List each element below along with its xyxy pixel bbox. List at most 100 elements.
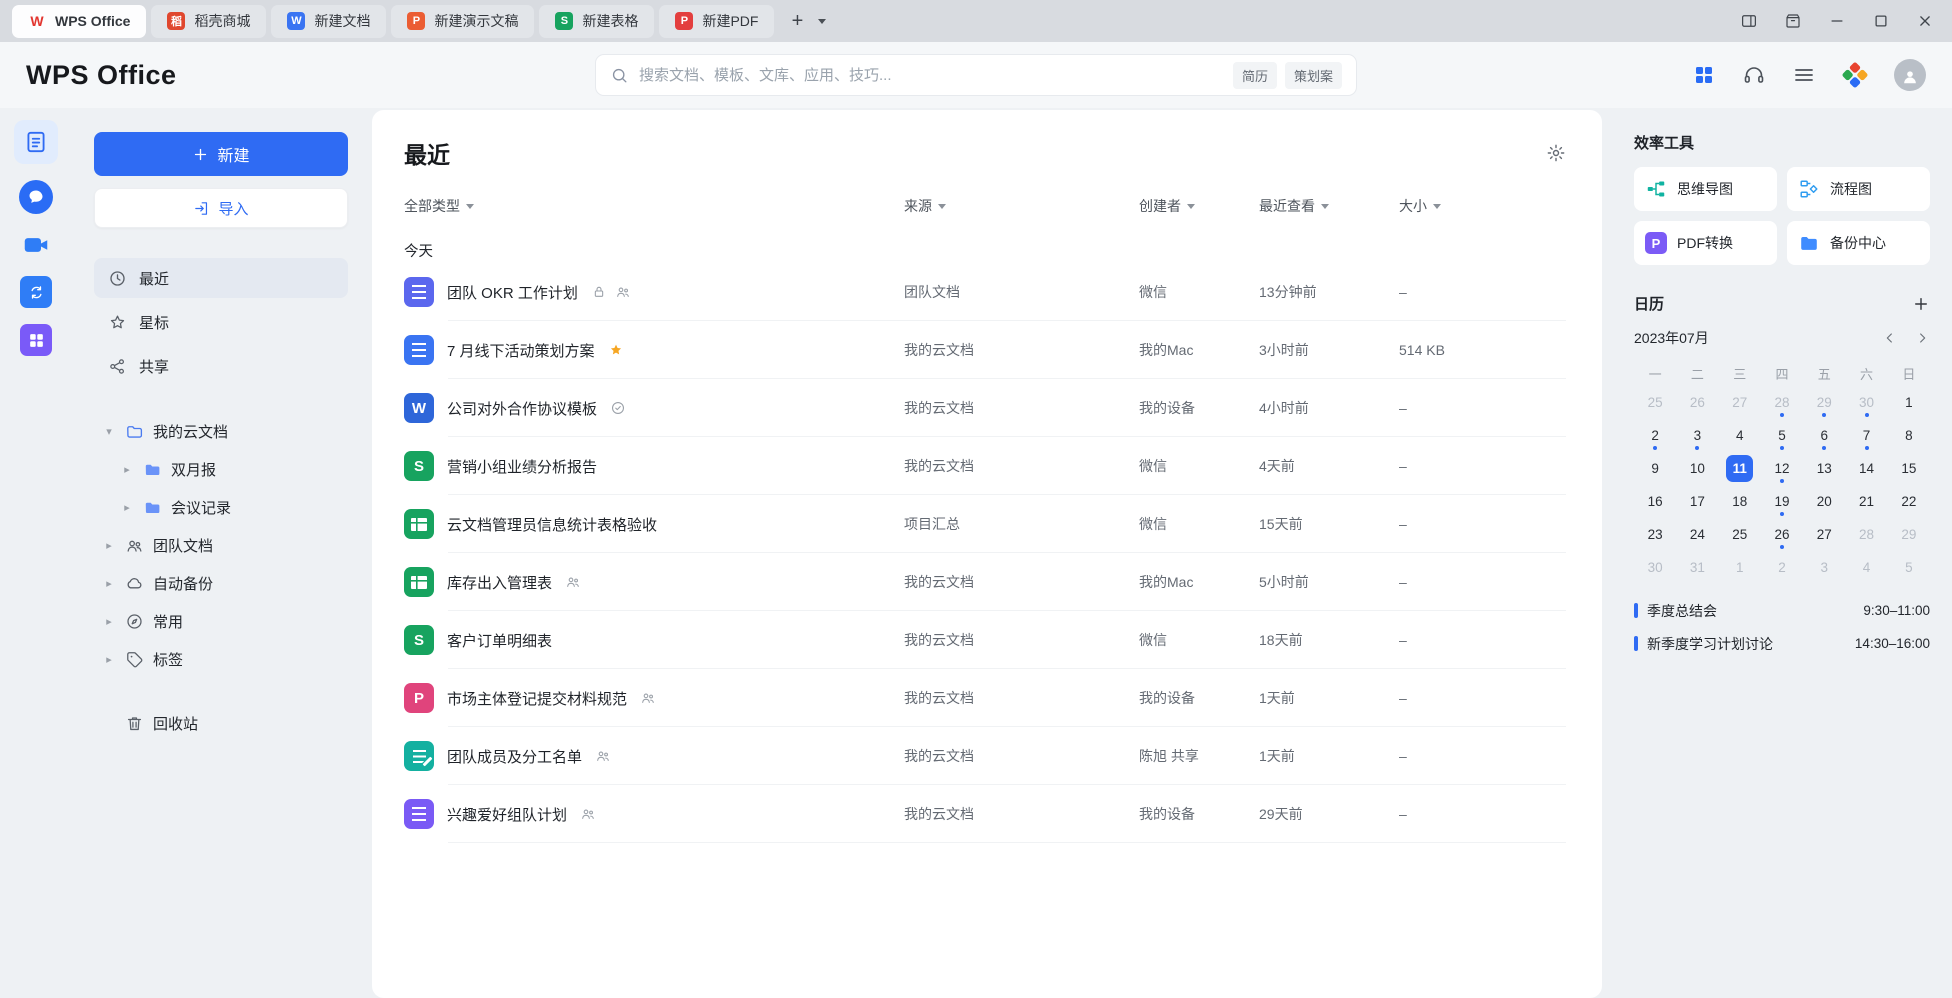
window-tab[interactable]: 稻 稻壳商城 <box>151 5 266 38</box>
new-document-button[interactable]: 新建 <box>94 132 348 176</box>
caret-icon[interactable] <box>102 653 116 666</box>
search-hot-tag[interactable]: 策划案 <box>1285 62 1342 89</box>
calendar-day[interactable]: 23 <box>1634 518 1676 551</box>
list-settings-gear-icon[interactable] <box>1546 143 1566 163</box>
calendar-day[interactable]: 20 <box>1803 485 1845 518</box>
close-icon[interactable] <box>1916 12 1934 30</box>
calendar-day[interactable]: 16 <box>1634 485 1676 518</box>
calendar-day[interactable]: 5 <box>1888 551 1930 584</box>
user-avatar[interactable] <box>1894 59 1926 91</box>
rail-item-messages[interactable] <box>19 180 53 214</box>
calendar-day[interactable]: 18 <box>1719 485 1761 518</box>
next-month-icon[interactable] <box>1914 330 1930 346</box>
calendar-day[interactable]: 7 <box>1845 419 1887 452</box>
filter-dropdown[interactable]: 创建者 <box>1139 196 1259 216</box>
sidebar-nav-item[interactable]: 星标 <box>94 302 348 342</box>
calendar-day[interactable]: 27 <box>1719 386 1761 419</box>
window-tab[interactable]: W WPS Office <box>12 5 146 38</box>
calendar-day[interactable]: 10 <box>1676 452 1718 485</box>
rail-item-apps[interactable] <box>20 324 52 356</box>
sidebar-tree-item[interactable]: 自动备份 <box>94 564 348 602</box>
import-button[interactable]: 导入 <box>94 188 348 228</box>
calendar-day[interactable]: 31 <box>1676 551 1718 584</box>
support-headset-icon[interactable] <box>1742 63 1766 87</box>
file-row[interactable]: 团队成员及分工名单 我的云文档 陈旭 共享 1天前 – <box>404 727 1566 785</box>
calendar-day[interactable]: 12 <box>1761 452 1803 485</box>
tool-tile[interactable]: 思维导图 <box>1634 167 1777 211</box>
calendar-day[interactable]: 22 <box>1888 485 1930 518</box>
window-tab[interactable]: S 新建表格 <box>539 5 654 38</box>
sidebar-item-trash[interactable]: 回收站 <box>94 704 348 742</box>
tool-tile[interactable]: P PDF转换 <box>1634 221 1777 265</box>
rail-item-meetings[interactable] <box>21 230 51 260</box>
sidebar-tree-item[interactable]: 团队文档 <box>94 526 348 564</box>
file-row[interactable]: 7 月线下活动策划方案 我的云文档 我的Mac 3小时前 514 KB <box>404 321 1566 379</box>
sidebar-nav-item[interactable]: 最近 <box>94 258 348 298</box>
calendar-day[interactable]: 2 <box>1634 419 1676 452</box>
caret-icon[interactable] <box>120 501 134 514</box>
search-bar[interactable]: 简历策划案 <box>595 54 1357 96</box>
calendar-day[interactable]: 24 <box>1676 518 1718 551</box>
calendar-day[interactable]: 29 <box>1803 386 1845 419</box>
tool-tile[interactable]: 流程图 <box>1787 167 1930 211</box>
calendar-day[interactable]: 2 <box>1761 551 1803 584</box>
sidebar-tree-item[interactable]: 常用 <box>94 602 348 640</box>
menu-icon[interactable] <box>1792 63 1816 87</box>
calendar-event[interactable]: 季度总结会 9:30–11:00 <box>1634 596 1930 625</box>
caret-icon[interactable] <box>102 615 116 628</box>
package-icon[interactable] <box>1784 12 1802 30</box>
prev-month-icon[interactable] <box>1882 330 1898 346</box>
calendar-day[interactable]: 1 <box>1719 551 1761 584</box>
sidebar-layout-icon[interactable] <box>1740 12 1758 30</box>
add-event-icon[interactable] <box>1912 295 1930 313</box>
caret-icon[interactable] <box>120 463 134 476</box>
calendar-day[interactable]: 25 <box>1634 386 1676 419</box>
calendar-day[interactable]: 28 <box>1845 518 1887 551</box>
calendar-day[interactable]: 28 <box>1761 386 1803 419</box>
calendar-day[interactable]: 27 <box>1803 518 1845 551</box>
apps-grid-icon[interactable] <box>1692 63 1716 87</box>
caret-icon[interactable] <box>102 425 116 438</box>
file-row[interactable]: 库存出入管理表 我的云文档 我的Mac 5小时前 – <box>404 553 1566 611</box>
calendar-day[interactable]: 14 <box>1845 452 1887 485</box>
calendar-day[interactable]: 30 <box>1845 386 1887 419</box>
window-tab[interactable]: P 新建PDF <box>659 5 774 38</box>
calendar-day[interactable]: 13 <box>1803 452 1845 485</box>
sidebar-nav-item[interactable]: 共享 <box>94 346 348 386</box>
calendar-day[interactable]: 19 <box>1761 485 1803 518</box>
search-hot-tag[interactable]: 简历 <box>1233 62 1277 89</box>
calendar-day[interactable]: 21 <box>1845 485 1887 518</box>
tool-tile[interactable]: 备份中心 <box>1787 221 1930 265</box>
calendar-day[interactable]: 4 <box>1845 551 1887 584</box>
rail-item-transfer[interactable] <box>20 276 52 308</box>
window-tab[interactable]: W 新建文档 <box>271 5 386 38</box>
calendar-day[interactable]: 4 <box>1719 419 1761 452</box>
rail-item-documents[interactable] <box>14 120 58 164</box>
file-row[interactable]: 团队 OKR 工作计划 团队文档 微信 13分钟前 – <box>404 263 1566 321</box>
calendar-day[interactable]: 5 <box>1761 419 1803 452</box>
tab-list-chevron-icon[interactable] <box>818 19 826 24</box>
calendar-day[interactable]: 26 <box>1761 518 1803 551</box>
file-row[interactable]: 兴趣爱好组队计划 我的云文档 我的设备 29天前 – <box>404 785 1566 843</box>
calendar-day[interactable]: 17 <box>1676 485 1718 518</box>
filter-dropdown[interactable]: 全部类型 <box>404 196 904 216</box>
filter-dropdown[interactable]: 大小 <box>1399 196 1566 216</box>
wps-pinwheel-icon[interactable] <box>1842 62 1868 88</box>
calendar-day[interactable]: 11 <box>1719 452 1761 485</box>
sidebar-tree-item[interactable]: 双月报 <box>94 450 348 488</box>
sidebar-tree-item[interactable]: 我的云文档 <box>94 412 348 450</box>
caret-icon[interactable] <box>102 539 116 552</box>
calendar-day[interactable]: 6 <box>1803 419 1845 452</box>
calendar-day[interactable]: 30 <box>1634 551 1676 584</box>
filter-dropdown[interactable]: 最近查看 <box>1259 196 1399 216</box>
calendar-day[interactable]: 3 <box>1676 419 1718 452</box>
file-row[interactable]: 云文档管理员信息统计表格验收 项目汇总 微信 15天前 – <box>404 495 1566 553</box>
new-tab-button[interactable]: + <box>784 8 810 34</box>
calendar-day[interactable]: 15 <box>1888 452 1930 485</box>
filter-dropdown[interactable]: 来源 <box>904 196 1139 216</box>
file-row[interactable]: S 客户订单明细表 我的云文档 微信 18天前 – <box>404 611 1566 669</box>
maximize-icon[interactable] <box>1872 12 1890 30</box>
calendar-day[interactable]: 9 <box>1634 452 1676 485</box>
calendar-day[interactable]: 26 <box>1676 386 1718 419</box>
caret-icon[interactable] <box>102 577 116 590</box>
